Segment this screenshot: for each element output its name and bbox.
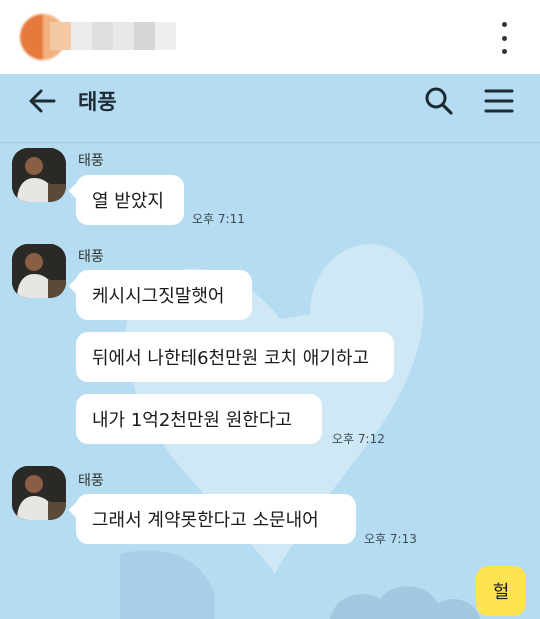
message-text: 뒤에서 나한테6천만원 코치 애기하고 bbox=[92, 348, 370, 369]
avatar[interactable] bbox=[12, 148, 66, 202]
arrow-left-icon[interactable] bbox=[27, 86, 57, 116]
message-text: 내가 1억2천만원 원한다고 bbox=[92, 410, 292, 431]
sender-name: 태풍 bbox=[78, 153, 104, 169]
chat-title: 태풍 bbox=[78, 90, 117, 114]
my-message-bubble[interactable]: 헐 bbox=[476, 566, 526, 616]
message-bubble[interactable]: 케시시그짓말햇어 bbox=[68, 270, 252, 320]
sender-name: 태풍 bbox=[78, 473, 104, 489]
message-text: 그래서 계약못한다고 소문내어 bbox=[92, 510, 319, 531]
message-time: 오후 7:13 bbox=[364, 532, 417, 546]
message-bubble[interactable]: 열 받았지 bbox=[68, 175, 184, 225]
blurred-profile-name bbox=[50, 22, 176, 50]
message-bubble[interactable]: 뒤에서 나한테6천만원 코치 애기하고 bbox=[76, 332, 394, 382]
sender-name: 태풍 bbox=[78, 249, 104, 265]
chat-header: 태풍 bbox=[0, 74, 540, 143]
message-bubble[interactable]: 내가 1억2천만원 원한다고 bbox=[76, 394, 322, 444]
message-text: 케시시그짓말햇어 bbox=[92, 286, 225, 307]
message-text: 헐 bbox=[492, 582, 510, 603]
hamburger-menu-icon[interactable] bbox=[484, 86, 514, 116]
chat-area[interactable]: 태풍 태풍 열 받았지 오후 7:11 태풍 케시시그짓말햇어 뒤에서 나한테6… bbox=[0, 74, 540, 619]
avatar[interactable] bbox=[12, 244, 66, 298]
kebab-menu-icon[interactable] bbox=[494, 22, 514, 54]
message-bubble[interactable]: 그래서 계약못한다고 소문내어 bbox=[68, 494, 356, 544]
message-text: 열 받았지 bbox=[92, 191, 164, 212]
avatar[interactable] bbox=[12, 466, 66, 520]
search-icon[interactable] bbox=[424, 86, 454, 116]
top-strip bbox=[0, 0, 540, 74]
message-time: 오후 7:11 bbox=[192, 212, 245, 226]
message-time: 오후 7:12 bbox=[332, 432, 385, 446]
